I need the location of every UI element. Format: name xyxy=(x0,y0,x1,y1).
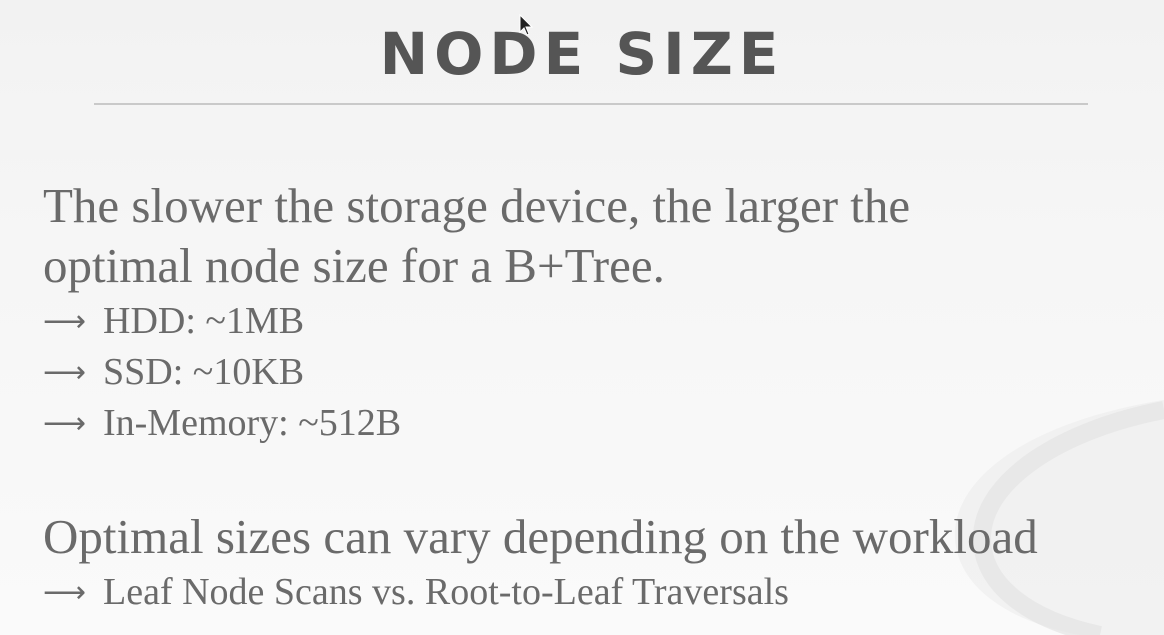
paragraph-storage-line1: The slower the storage device, the large… xyxy=(43,178,911,233)
mouse-pointer-icon xyxy=(519,14,533,36)
slide-title: NODE SIZE xyxy=(379,20,785,88)
arrow-right-icon: ⟶ xyxy=(43,304,87,339)
workload-list: ⟶ Leaf Node Scans vs. Root-to-Leaf Traver… xyxy=(43,567,1153,618)
list-item: ⟶ SSD: ~10KB xyxy=(43,347,1153,398)
paragraph-storage: The slower the storage device, the large… xyxy=(43,176,1153,296)
paragraph-workload-line1: Optimal sizes can vary depending on the … xyxy=(43,509,1038,564)
bullet-text-ssd: SSD: ~10KB xyxy=(103,351,305,393)
slide: NODE SIZE The slower the storage device,… xyxy=(0,0,1164,635)
node-size-list: ⟶ HDD: ~1MB ⟶ SSD: ~10KB ⟶ In-Memory: ~512B xyxy=(43,296,1153,449)
bullet-text-hdd: HDD: ~1MB xyxy=(103,300,305,342)
title-divider xyxy=(94,103,1088,105)
list-item: ⟶ In-Memory: ~512B xyxy=(43,398,1153,449)
list-item: ⟶ Leaf Node Scans vs. Root-to-Leaf Traver… xyxy=(43,567,1153,618)
arrow-right-icon: ⟶ xyxy=(43,575,87,610)
arrow-right-icon: ⟶ xyxy=(43,355,87,390)
arrow-right-icon: ⟶ xyxy=(43,406,87,441)
bullet-text-in-memory: In-Memory: ~512B xyxy=(103,402,402,444)
list-item: ⟶ HDD: ~1MB xyxy=(43,296,1153,347)
bullet-text-traversals: Leaf Node Scans vs. Root-to-Leaf Travers… xyxy=(103,571,789,613)
slide-body: The slower the storage device, the large… xyxy=(43,176,1153,618)
paragraph-storage-line2: optimal node size for a B+Tree. xyxy=(43,238,665,293)
paragraph-workload: Optimal sizes can vary depending on the … xyxy=(43,507,1153,567)
